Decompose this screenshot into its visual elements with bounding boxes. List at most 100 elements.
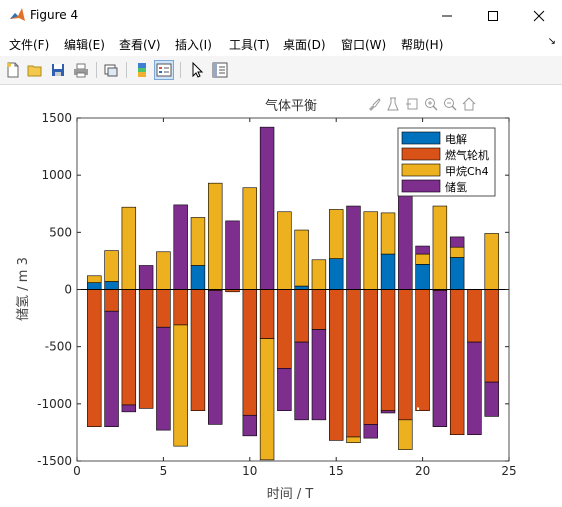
bar-燃气轮机-1 — [87, 289, 102, 427]
bar-甲烷Ch4-7 — [190, 217, 206, 266]
bar-储氢-18 — [380, 410, 396, 414]
bar-甲烷Ch4-2 — [104, 250, 119, 282]
x-tick-label: 20 — [415, 464, 430, 478]
bar-储氢-21 — [432, 290, 448, 428]
bar-电解-1 — [87, 282, 102, 290]
bar-甲烷Ch4-13 — [294, 229, 309, 287]
bar-储氢-6 — [173, 204, 188, 290]
bar-电解-2 — [104, 281, 119, 290]
bar-甲烷Ch4-11 — [259, 338, 275, 461]
bar-储氢-9 — [225, 220, 240, 290]
home-icon[interactable] — [461, 96, 477, 112]
bar-燃气轮机-15 — [328, 289, 344, 441]
bar-燃气轮机-22 — [449, 289, 465, 436]
legend-swatch-储氢 — [401, 179, 441, 193]
bar-燃气轮机-20 — [415, 289, 430, 411]
bar-燃气轮机-5 — [156, 289, 171, 328]
x-tick-label: 25 — [501, 464, 516, 478]
bar-电解-20 — [415, 264, 430, 290]
x-tick-label: 0 — [73, 464, 81, 478]
bar-甲烷Ch4-6 — [173, 324, 188, 447]
y-tick-label: 500 — [49, 225, 72, 239]
bar-储氢-4 — [138, 265, 154, 290]
bar-储氢-3 — [121, 404, 137, 413]
bar-甲烷Ch4-20 — [415, 253, 430, 265]
bar-甲烷Ch4-5 — [156, 251, 171, 290]
legend-label-储氢: 储氢 — [445, 180, 467, 194]
legend-swatch-甲烷Ch4 — [401, 163, 441, 177]
bar-燃气轮机-13 — [294, 289, 309, 343]
bar-甲烷Ch4-12 — [277, 211, 292, 290]
bar-储氢-8 — [208, 290, 223, 425]
bar-储氢-10 — [242, 414, 258, 437]
bar-甲烷Ch4-14 — [311, 259, 327, 290]
bar-甲烷Ch4-18 — [380, 212, 396, 255]
bar-燃气轮机-12 — [277, 289, 292, 369]
bar-甲烷Ch4-3 — [121, 206, 137, 290]
bar-储氢-11 — [259, 126, 275, 290]
bar-燃气轮机-18 — [380, 289, 396, 411]
bar-储氢-17 — [363, 424, 378, 439]
bar-甲烷Ch4-24 — [484, 233, 499, 290]
y-tick-label: 0 — [64, 283, 72, 297]
bar-电解-15 — [328, 258, 344, 290]
bar-燃气轮机-11 — [259, 289, 275, 339]
legend-label-电解: 电解 — [445, 132, 467, 146]
bar-储氢-5 — [156, 326, 171, 431]
brush-icon[interactable] — [366, 96, 382, 112]
x-tick-label: 10 — [242, 464, 257, 478]
legend-swatch-电解 — [401, 131, 441, 145]
bar-甲烷Ch4-22 — [449, 246, 465, 258]
bar-电解-22 — [449, 257, 465, 290]
legend-swatch-燃气轮机 — [401, 147, 441, 161]
bar-甲烷Ch4-16 — [346, 436, 361, 444]
y-tick-label: 1000 — [41, 168, 72, 182]
bar-燃气轮机-7 — [190, 289, 206, 411]
y-tick-label: 1500 — [41, 111, 72, 125]
y-axis-label: 储氢 / m 3 — [16, 257, 31, 321]
bar-燃气轮机-4 — [138, 289, 154, 409]
bar-电解-13 — [294, 285, 309, 290]
bar-电解-18 — [380, 253, 396, 290]
bar-储氢-14 — [311, 329, 327, 421]
annotation-dot: · — [415, 397, 421, 421]
axes-toolbar — [366, 96, 477, 112]
bar-甲烷Ch4-17 — [363, 211, 378, 290]
bar-甲烷Ch4-1 — [87, 275, 102, 283]
x-tick-label: 5 — [160, 464, 168, 478]
chart-title: 气体平衡 — [265, 98, 317, 114]
legend-label-燃气轮机: 燃气轮机 — [445, 148, 489, 162]
bar-电解-7 — [190, 265, 206, 290]
bar-燃气轮机-19 — [398, 289, 413, 421]
bar-燃气轮机-3 — [121, 289, 137, 406]
zoom-out-icon[interactable] — [442, 96, 458, 112]
bar-甲烷Ch4-10 — [242, 187, 258, 290]
legend[interactable]: 电解燃气轮机甲烷Ch4 储氢 — [397, 127, 496, 197]
bar-储氢-20 — [415, 245, 430, 255]
y-tick-label: -500 — [45, 340, 72, 354]
x-tick-label: 15 — [329, 464, 344, 478]
bar-储氢-23 — [467, 341, 482, 436]
y-tick-label: -1500 — [37, 454, 72, 468]
legend-label-甲烷Ch4: 甲烷Ch4 — [445, 164, 489, 178]
bar-燃气轮机-16 — [346, 289, 361, 438]
data-tips-icon[interactable] — [385, 96, 401, 112]
bar-储氢-22 — [449, 236, 465, 248]
x-axis-label: 时间 / T — [267, 487, 314, 502]
bar-燃气轮机-24 — [484, 289, 499, 383]
bar-燃气轮机-10 — [242, 289, 258, 416]
bar-储氢-24 — [484, 381, 499, 417]
bar-燃气轮机-23 — [467, 289, 482, 343]
bar-储氢-2 — [104, 310, 119, 427]
bar-燃气轮机-2 — [104, 289, 119, 312]
bar-燃气轮机-6 — [173, 289, 188, 326]
y-tick-label: -1000 — [37, 397, 72, 411]
bar-储氢-12 — [277, 368, 292, 411]
bar-储氢-16 — [346, 205, 361, 290]
bar-储氢-13 — [294, 341, 309, 421]
chart: 气体平衡 0 5 10 15 20 25 -1500 -1000 -500 0 500 1000 150… — [16, 98, 517, 502]
bar-燃气轮机-14 — [311, 289, 327, 330]
zoom-in-icon[interactable] — [423, 96, 439, 112]
restore-view-icon[interactable] — [404, 96, 420, 112]
bar-甲烷Ch4-8 — [208, 182, 223, 290]
